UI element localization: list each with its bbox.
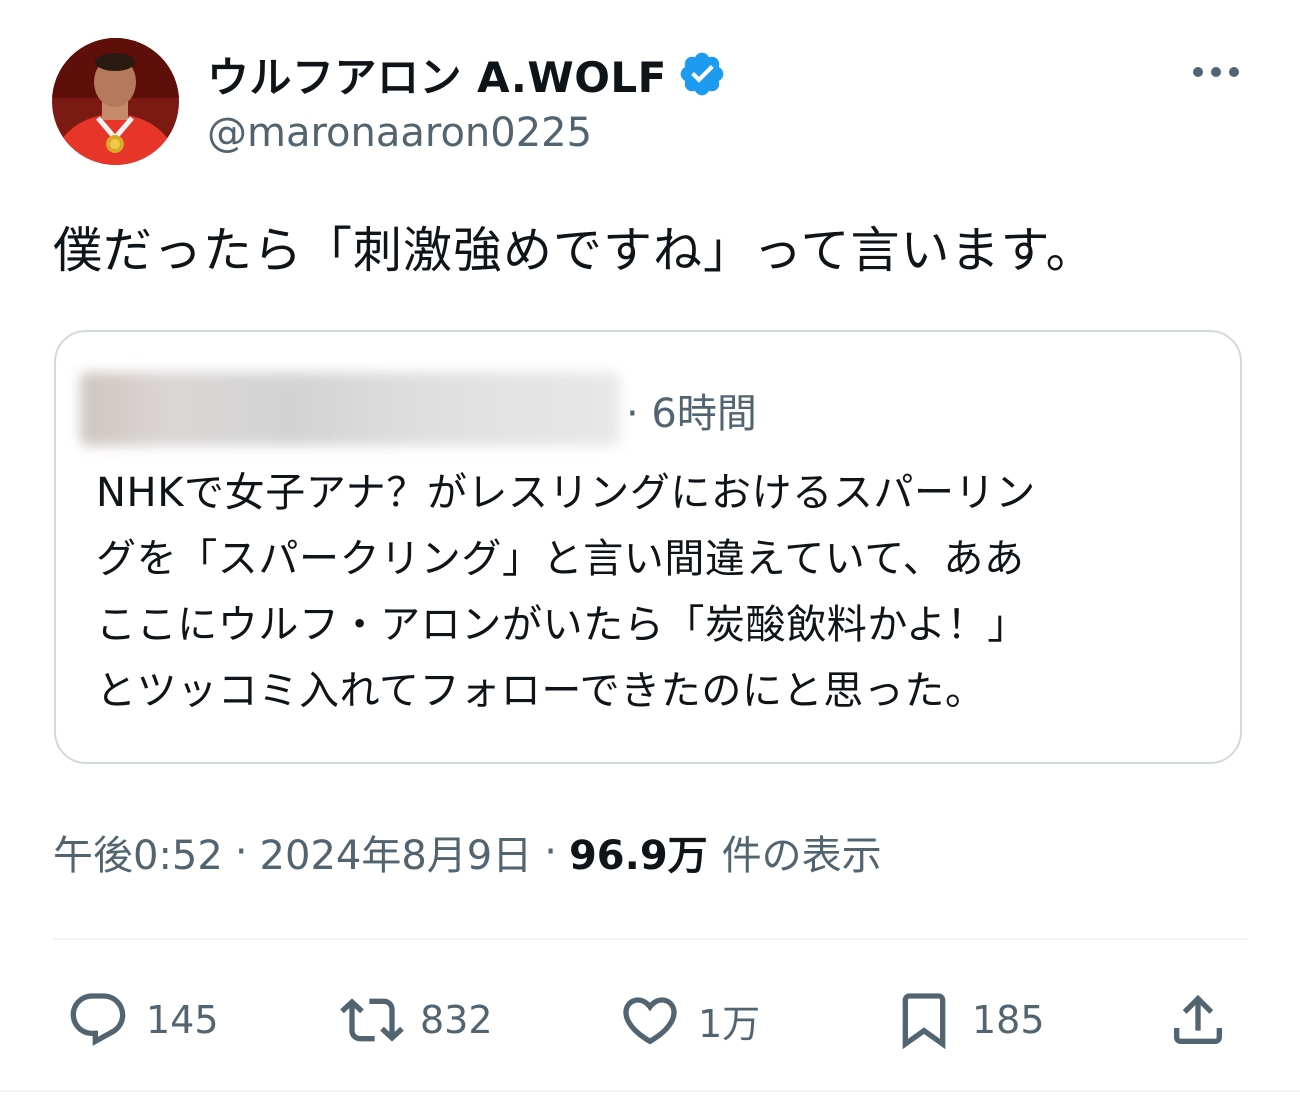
blurred-quote-author bbox=[80, 372, 620, 446]
reply-icon bbox=[66, 988, 130, 1052]
tweet-text: 僕だったら「刺激強めですね」って言います。 bbox=[53, 222, 1096, 279]
display-name-text[interactable]: ウルフアロン A.WOLF bbox=[207, 44, 667, 105]
quote-text-line: とツッコミ入れてフォローできたのにと思った。 bbox=[96, 668, 986, 714]
tweet-date[interactable]: 2024年8月9日 bbox=[260, 823, 533, 881]
bookmark-count: 185 bbox=[972, 998, 1045, 1042]
view-label: 件の表示 bbox=[721, 833, 882, 879]
quote-text-line: グを「スパークリング」と言い間違えていて、ああ bbox=[96, 536, 1025, 582]
reply-button[interactable]: 145 bbox=[66, 985, 219, 1055]
verified-badge-icon[interactable] bbox=[677, 49, 727, 99]
divider bbox=[53, 938, 1247, 940]
retweet-icon bbox=[340, 988, 404, 1052]
user-handle[interactable]: @maronaaron0225 bbox=[207, 110, 592, 156]
retweet-count: 832 bbox=[420, 998, 493, 1042]
bookmark-button[interactable]: 185 bbox=[892, 985, 1045, 1055]
more-horizontal-icon bbox=[1193, 67, 1239, 77]
share-icon bbox=[1166, 988, 1230, 1052]
view-count: 96.9万 bbox=[568, 833, 708, 879]
bookmark-icon bbox=[892, 988, 956, 1052]
tweet-meta: 午後0:52 · 2024年8月9日 · 96.9万 件の表示 bbox=[53, 820, 882, 884]
heart-icon bbox=[618, 988, 682, 1052]
retweet-button[interactable]: 832 bbox=[340, 985, 493, 1055]
avatar[interactable] bbox=[52, 38, 179, 165]
quote-timestamp[interactable]: · 6時間 bbox=[626, 378, 757, 442]
quote-text-line: ここにウルフ・アロンがいたら「炭酸飲料かよ！」 bbox=[96, 602, 1028, 648]
share-button[interactable] bbox=[1166, 985, 1230, 1055]
like-count: 1万 bbox=[698, 1001, 761, 1046]
quote-text-line: NHKで女子アナ？がレスリングにおけるスパーリン bbox=[96, 470, 1036, 516]
quoted-tweet-card[interactable]: · 6時間 NHKで女子アナ？がレスリングにおけるスパーリン グを「スパークリン… bbox=[54, 330, 1242, 764]
more-options-button[interactable] bbox=[1188, 52, 1244, 92]
like-button[interactable]: 1万 bbox=[618, 985, 760, 1055]
display-name[interactable]: ウルフアロン A.WOLF bbox=[207, 44, 727, 104]
separator-dot: · bbox=[234, 829, 248, 875]
quote-text: NHKで女子アナ？がレスリングにおけるスパーリン グを「スパークリング」と言い間… bbox=[96, 460, 1206, 724]
bottom-divider bbox=[0, 1090, 1300, 1092]
tweet-time[interactable]: 午後0:52 bbox=[53, 823, 223, 881]
reply-count: 145 bbox=[146, 998, 219, 1042]
separator-dot: · bbox=[544, 829, 557, 875]
